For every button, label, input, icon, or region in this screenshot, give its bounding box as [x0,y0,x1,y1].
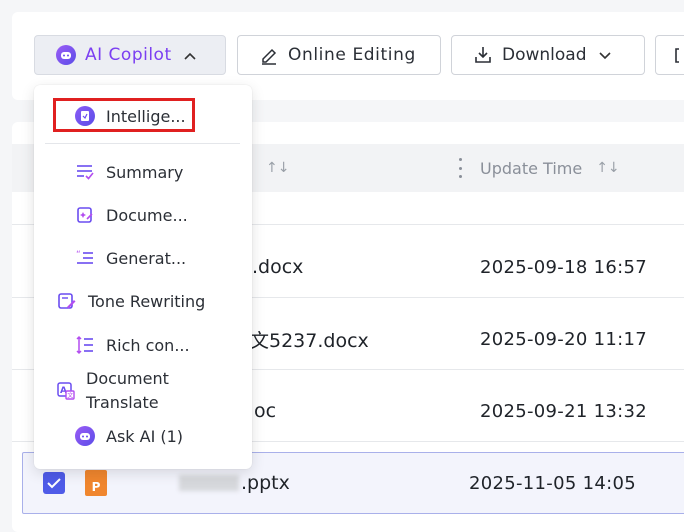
menu-item-label: Document Translate [86,369,169,412]
summary-icon [74,161,96,183]
translate-icon: A文 [56,380,76,402]
chevron-down-icon [598,45,611,65]
update-time: 2025-11-05 14:05 [469,472,637,494]
rich-content-icon [74,334,96,356]
svg-text:文: 文 [67,392,73,400]
pptx-file-icon: P [85,470,107,496]
name-column-header[interactable]: ↑↓ [252,144,289,192]
file-badge: P [91,480,101,494]
file-name[interactable]: .pptx [241,472,290,494]
menu-item-summary[interactable]: Summary [74,161,183,183]
menu-item-label: Tone Rewriting [88,291,206,311]
menu-item-tone-rewriting[interactable]: Tone Rewriting [56,290,205,312]
column-resize-handle[interactable] [459,158,462,178]
more-actions-button[interactable] [655,35,684,75]
row-checkbox[interactable] [43,472,65,494]
file-name[interactable]: 文5237.docx [250,326,369,353]
menu-divider [45,143,240,144]
download-label: Download [502,45,587,65]
sort-icon[interactable]: ↑↓ [596,160,619,176]
redacted-name [179,475,239,491]
menu-item-intelligent[interactable]: Intellige... [74,105,186,127]
update-time: 2025-09-18 16:57 [480,256,648,278]
ai-copilot-button[interactable]: AI Copilot [34,35,226,75]
ai-copilot-label: AI Copilot [85,45,172,65]
ai-copilot-icon [55,44,77,66]
sort-icon[interactable]: ↑↓ [266,160,289,176]
file-name[interactable]: oc [254,400,276,422]
update-time-column-header[interactable]: Update Time ↑↓ [480,144,620,192]
file-name[interactable]: .docx [252,256,303,278]
menu-item-label: Intellige... [106,106,186,126]
svg-text:“: “ [76,250,81,260]
menu-item-document-translate[interactable]: A文 Document Translate [56,367,176,415]
menu-item-label: Ask AI (1) [106,426,184,446]
chevron-up-icon [184,45,196,65]
pencil-icon [258,44,280,66]
menu-item-rich-content[interactable]: Rich con... [74,334,190,356]
document-ai-icon [74,204,96,226]
menu-item-ask-ai[interactable]: Ask AI (1) [74,425,183,447]
menu-item-label: Docume... [106,205,188,225]
menu-item-generate[interactable]: “ Generat... [74,247,186,269]
online-editing-button[interactable]: Online Editing [237,35,441,75]
ask-ai-icon [74,425,96,447]
menu-item-label: Rich con... [106,335,190,355]
update-time: 2025-09-21 13:32 [480,400,648,422]
download-button[interactable]: Download [451,35,645,75]
generate-icon: “ [74,247,96,269]
share-icon [672,44,684,66]
update-time: 2025-09-20 11:17 [480,328,648,350]
tone-rewrite-icon [56,290,78,312]
menu-item-label: Generat... [106,248,187,268]
download-icon [472,44,494,66]
ai-copilot-menu: Intellige... Summary Docume... “ Generat… [34,85,252,469]
menu-item-document[interactable]: Docume... [74,204,188,226]
menu-item-label: Summary [106,162,184,182]
online-editing-label: Online Editing [288,45,416,65]
update-time-header-label: Update Time [480,158,583,178]
copilot-doc-icon [74,105,96,127]
